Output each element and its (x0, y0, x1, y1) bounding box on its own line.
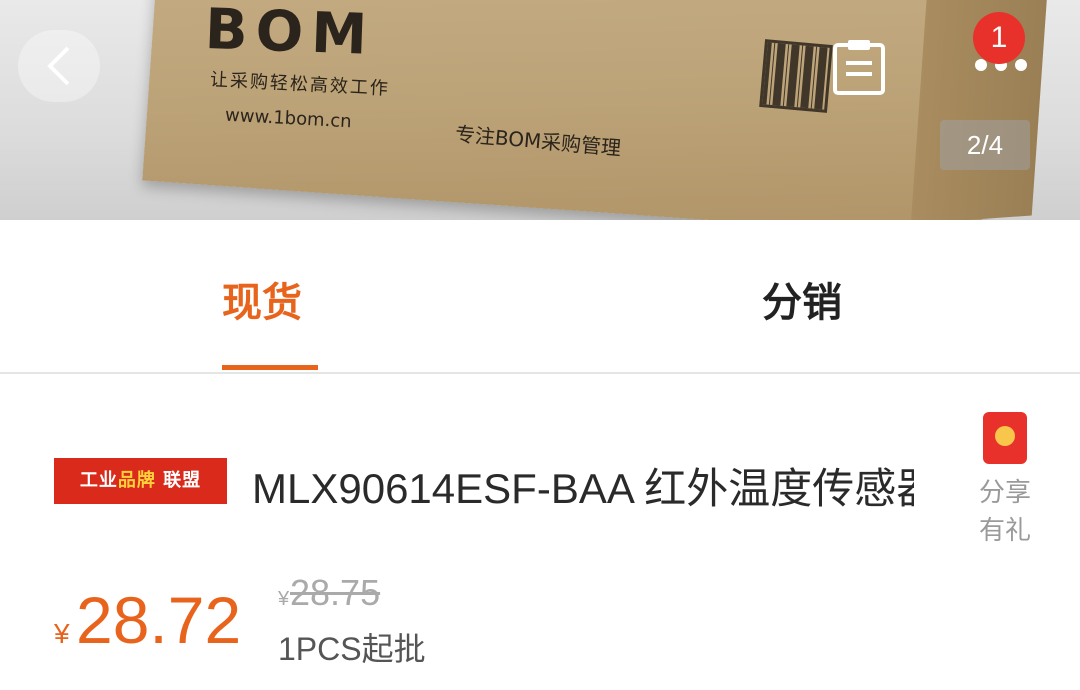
image-counter: 2/4 (940, 120, 1030, 170)
share-line-1: 分享 (978, 478, 1031, 508)
share-line-2: 有礼 (978, 516, 1031, 546)
badge-text: 联盟 (163, 470, 202, 491)
share-gift-button[interactable]: 分享 有礼 (972, 412, 1038, 550)
currency-symbol: ¥ (54, 618, 70, 649)
badge-text: 工业 (79, 470, 118, 491)
chevron-left-icon (44, 44, 74, 100)
red-packet-icon (983, 412, 1027, 464)
minimum-order-quantity: 1PCS起批 (278, 631, 426, 667)
share-label: 分享 有礼 (972, 474, 1038, 550)
more-dots-icon (975, 59, 987, 71)
more-dots-icon (1015, 59, 1027, 71)
clipboard-icon (833, 40, 885, 95)
qr-code-icon (759, 39, 833, 113)
original-price: 28.75 (290, 572, 381, 613)
badge-text-highlight: 品牌 (117, 470, 156, 491)
tab-distribution[interactable]: 分销 (762, 270, 842, 328)
current-price: 28.72 (76, 583, 242, 657)
back-button[interactable] (18, 30, 100, 102)
product-title: MLX90614ESF-BAA 红外温度传感器 (252, 465, 914, 512)
clipboard-button[interactable] (832, 38, 886, 96)
brand-alliance-badge: 工业品牌 联盟 (54, 458, 227, 504)
notification-badge: 1 (973, 12, 1025, 64)
box-brand-logo: BOM (203, 0, 377, 68)
product-image-carousel[interactable]: BOM 让采购轻松高效工作 www.1bom.cn 专注BOM采购管理 1 2/… (0, 0, 1080, 220)
active-tab-indicator (222, 365, 318, 370)
tab-in-stock[interactable]: 现货 (222, 270, 302, 328)
tab-bar: 现货 分销 (0, 220, 1080, 374)
original-currency-symbol: ¥ (278, 588, 290, 610)
